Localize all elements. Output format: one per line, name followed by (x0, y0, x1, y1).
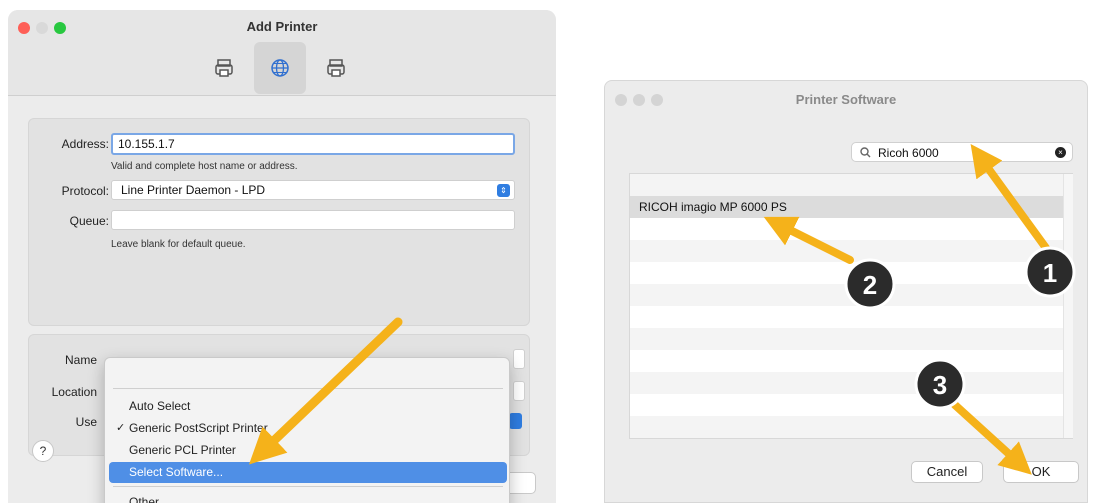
screenshot-stage: Add Printer Address: 10.155.1.7 Valid an… (0, 0, 1093, 503)
list-item (630, 284, 1072, 306)
printer-software-list: RICOH imagio MP 6000 PS (629, 173, 1073, 439)
cancel-button[interactable]: Cancel (911, 461, 983, 483)
protocol-select[interactable]: Line Printer Daemon - LPD ⇕ (111, 180, 515, 200)
list-item (630, 240, 1072, 262)
location-label: Location (51, 385, 97, 399)
location-field-edge[interactable] (513, 381, 525, 401)
list-item-selected[interactable]: RICOH imagio MP 6000 PS (630, 196, 1072, 218)
checkmark-icon: ✓ (116, 422, 126, 434)
list-item (630, 174, 1072, 196)
connection-settings-panel: Address: 10.155.1.7 Valid and complete h… (28, 118, 530, 326)
menu-item-label: Generic PostScript Printer (129, 421, 268, 435)
add-printer-titlebar: Add Printer (8, 10, 556, 96)
queue-hint: Leave blank for default queue. (111, 239, 246, 250)
menu-item-auto-select[interactable]: Auto Select (109, 396, 507, 417)
menu-item-label: Other... (129, 495, 169, 503)
printer-software-titlebar: Printer Software (605, 81, 1087, 119)
clear-search-icon[interactable]: × (1055, 147, 1066, 158)
toolbar-windows-button[interactable] (310, 42, 362, 94)
list-item (630, 416, 1072, 438)
list-item (630, 394, 1072, 416)
search-field[interactable]: Ricoh 6000 × (851, 142, 1073, 162)
printer-icon (327, 59, 345, 77)
address-label: Address: (61, 137, 109, 151)
menu-separator (113, 388, 503, 389)
menu-item-generic-postscript[interactable]: ✓ Generic PostScript Printer (109, 418, 507, 439)
printer-icon (215, 59, 233, 77)
search-icon (860, 147, 871, 158)
name-field-edge[interactable] (513, 349, 525, 369)
chevron-updown-icon: ⇕ (497, 184, 510, 197)
toolbar-default-button[interactable] (198, 42, 250, 94)
queue-field[interactable] (111, 210, 515, 230)
menu-item-label: Auto Select (129, 399, 191, 413)
use-dropdown-menu: Auto Select ✓ Generic PostScript Printer … (104, 357, 510, 503)
help-button[interactable]: ? (32, 440, 54, 462)
address-value: 10.155.1.7 (118, 137, 175, 151)
toolbar-ip-button[interactable] (254, 42, 306, 94)
list-item (630, 372, 1072, 394)
window-title: Add Printer (246, 19, 318, 34)
list-item-label: RICOH imagio MP 6000 PS (639, 200, 787, 214)
list-item (630, 328, 1072, 350)
menu-item-label: Generic PCL Printer (129, 443, 236, 457)
name-label: Name (64, 353, 97, 367)
ok-button[interactable]: OK (1003, 461, 1079, 483)
add-printer-window: Add Printer Address: 10.155.1.7 Valid an… (8, 10, 556, 503)
address-hint: Valid and complete host name or address. (111, 161, 298, 172)
list-item (630, 262, 1072, 284)
use-select-edge[interactable] (509, 413, 522, 429)
menu-item-generic-pcl[interactable]: Generic PCL Printer (109, 440, 507, 461)
menu-item-other[interactable]: Other... (109, 492, 507, 503)
list-item (630, 350, 1072, 372)
queue-label: Queue: (69, 214, 109, 228)
protocol-value: Line Printer Daemon - LPD (121, 183, 266, 197)
use-label: Use (75, 415, 97, 429)
menu-item-select-software[interactable]: Select Software... (109, 462, 507, 483)
window-title: Printer Software (795, 92, 897, 107)
printer-software-window: Printer Software Ricoh 6000 × RICOH imag… (604, 80, 1088, 503)
list-item (630, 218, 1072, 240)
list-scroll-track[interactable] (1063, 174, 1073, 438)
globe-icon (271, 59, 289, 77)
menu-separator (113, 486, 503, 487)
protocol-label: Protocol: (61, 184, 109, 198)
menu-item-label: Select Software... (129, 465, 224, 479)
address-field[interactable]: 10.155.1.7 (111, 133, 515, 155)
search-value: Ricoh 6000 (878, 146, 939, 160)
list-item (630, 306, 1072, 328)
